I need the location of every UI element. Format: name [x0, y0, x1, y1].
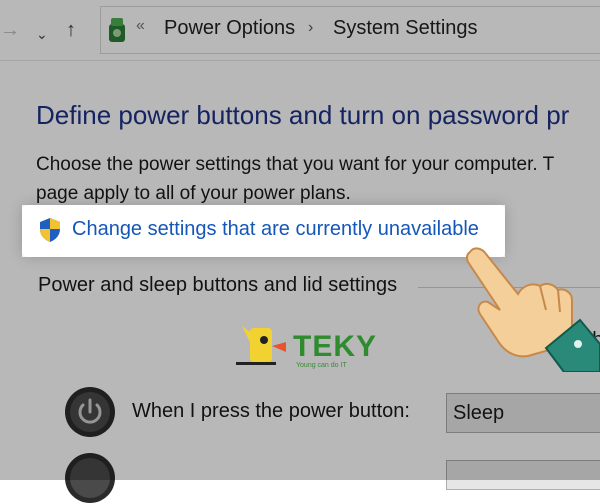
teky-watermark-text: TEKY	[293, 330, 378, 363]
power-options-window: → ⌄ ↑ « Power Options › System Settings …	[0, 0, 600, 503]
pointing-hand-icon	[465, 247, 600, 372]
dim-overlay	[0, 0, 600, 205]
teky-tagline: Young can do IT	[296, 362, 347, 369]
teky-mascot-logo	[236, 326, 286, 365]
dim-overlay	[0, 205, 22, 257]
change-settings-link[interactable]: Change settings that are currently unava…	[72, 218, 479, 241]
uac-shield-icon	[40, 218, 60, 242]
